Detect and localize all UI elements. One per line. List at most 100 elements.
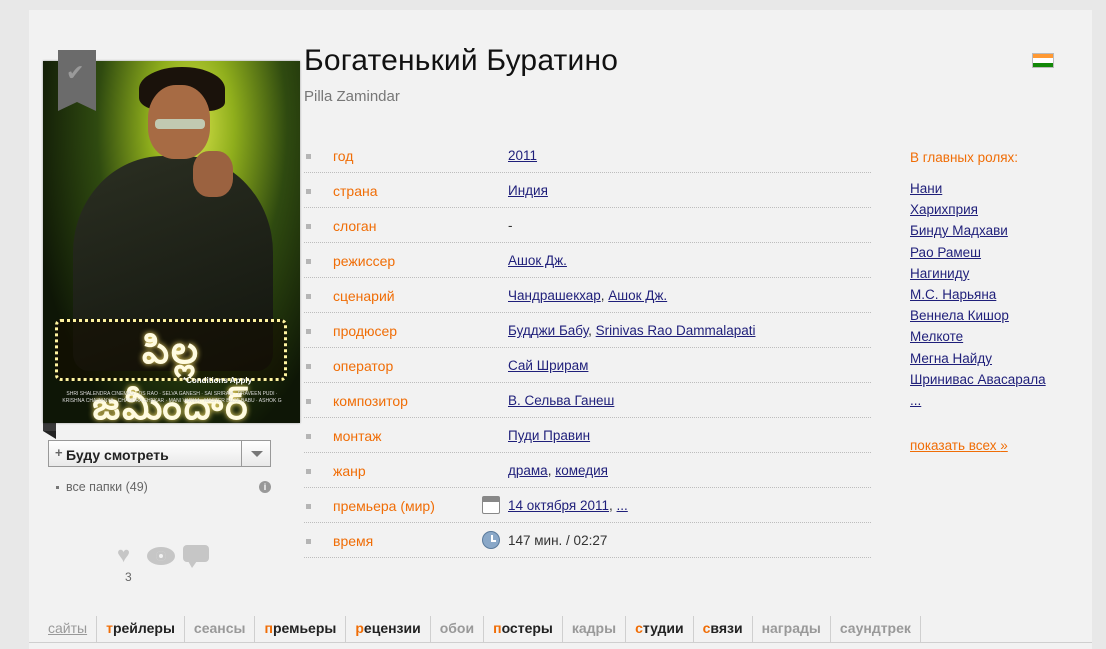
movie-poster[interactable]: పిల్ల జమీందార్ *Conditions Apply SHRI SH…	[43, 61, 300, 423]
tab-5[interactable]: обои	[431, 616, 485, 642]
info-icon[interactable]: i	[259, 481, 271, 493]
info-label: режиссер	[333, 253, 396, 269]
cast-actor-link[interactable]: Мелкоте	[910, 326, 1046, 347]
tab-label: остеры	[501, 620, 553, 636]
all-folders-link[interactable]: все папки (49)	[56, 480, 148, 494]
will-watch-button[interactable]: + Буду смотреть	[48, 440, 271, 467]
info-row: время 147 мин. / 02:27	[304, 523, 871, 558]
info-value-link[interactable]: Будджи Бабу	[508, 323, 588, 338]
info-value-link[interactable]: 2011	[508, 148, 537, 163]
info-value: 14 октября 2011, ...	[508, 498, 628, 513]
tab-11[interactable]: саундтрек	[831, 616, 921, 642]
tab-2[interactable]: сеансы	[185, 616, 256, 642]
cast-actor-link[interactable]: М.С. Нарьяна	[910, 284, 1046, 305]
row-bullet	[306, 539, 311, 544]
info-label: продюсер	[333, 323, 398, 339]
tab-6[interactable]: постеры	[484, 616, 563, 642]
tab-10[interactable]: награды	[753, 616, 831, 642]
cast-actor-link[interactable]: Рао Рамеш	[910, 242, 1046, 263]
info-label: страна	[333, 183, 378, 199]
movie-tabs: сайты трейлеры сеансы премьеры рецензии обои п…	[39, 616, 921, 642]
tab-label: вязи	[710, 620, 743, 636]
row-bullet	[306, 294, 311, 299]
cast-actor-link[interactable]: Мегна Найду	[910, 348, 1046, 369]
original-title: Pilla Zamindar	[304, 88, 400, 105]
tab-label: награды	[761, 620, 821, 636]
tabs-divider	[29, 642, 1092, 643]
info-label: жанр	[333, 463, 366, 479]
info-value-link[interactable]: Ашок Дж.	[508, 253, 567, 268]
tab-8[interactable]: студии	[626, 616, 694, 642]
poster-figure-sunglasses	[155, 119, 205, 129]
india-flag-icon	[1032, 53, 1054, 68]
cast-actor-link[interactable]: Веннела Кишор	[910, 305, 1046, 326]
chevron-down-icon[interactable]	[241, 441, 270, 466]
row-bullet	[306, 364, 311, 369]
cast-actor-link[interactable]: Бинду Мадхави	[910, 220, 1046, 241]
info-row: композитор В. Сельва Ганеш	[304, 383, 871, 418]
movie-page: పిల్ల జమీందార్ *Conditions Apply SHRI SH…	[29, 10, 1092, 649]
info-row: год 2011	[304, 138, 871, 173]
info-value-link[interactable]: В. Сельва Ганеш	[508, 393, 614, 408]
heart-icon[interactable]: ♥	[117, 544, 130, 566]
tab-initial: т	[106, 620, 113, 636]
tab-9[interactable]: связи	[694, 616, 753, 642]
tab-7[interactable]: кадры	[563, 616, 627, 642]
page-title: Богатенький Буратино	[304, 44, 619, 77]
poster-conditions: *Conditions Apply	[183, 376, 253, 385]
seen-checkmark-icon[interactable]: ✔	[58, 50, 96, 111]
info-label: композитор	[333, 393, 408, 409]
info-value: 2011	[508, 148, 537, 163]
info-row: страна Индия	[304, 173, 871, 208]
info-value: драма, комедия	[508, 463, 608, 478]
info-label: премьера (мир)	[333, 498, 435, 514]
cast-actor-link[interactable]: Нани	[910, 178, 1046, 199]
info-value: Индия	[508, 183, 548, 198]
show-all-cast-link[interactable]: показать всех »	[910, 438, 1008, 453]
info-value: В. Сельва Ганеш	[508, 393, 614, 408]
row-bullet	[306, 154, 311, 159]
row-bullet	[306, 469, 311, 474]
info-value-link[interactable]: Индия	[508, 183, 548, 198]
comment-icon[interactable]	[183, 545, 209, 568]
info-value-link[interactable]: драма	[508, 463, 548, 478]
info-value: -	[508, 218, 513, 233]
tab-label: саундтрек	[839, 620, 911, 636]
info-row: жанр драма, комедия	[304, 453, 871, 488]
info-value-link[interactable]: комедия	[555, 463, 608, 478]
row-bullet	[306, 189, 311, 194]
cast-actor-link[interactable]: Харихприя	[910, 199, 1046, 220]
tab-4[interactable]: рецензии	[346, 616, 431, 642]
clock-icon	[482, 531, 500, 549]
info-label: слоган	[333, 218, 377, 234]
info-value-link[interactable]: 14 октября 2011	[508, 498, 609, 513]
tab-label: обои	[439, 620, 475, 636]
eye-icon[interactable]	[147, 547, 175, 565]
info-row: сценарий Чандрашекхар, Ашок Дж.	[304, 278, 871, 313]
info-value: Чандрашекхар, Ашок Дж.	[508, 288, 668, 303]
info-value-link[interactable]: ...	[617, 498, 628, 513]
tab-label: рейлеры	[112, 620, 175, 636]
tab-label: ремьеры	[272, 620, 337, 636]
info-value-link[interactable]: Srinivas Rao Dammalapati	[596, 323, 756, 338]
info-label: оператор	[333, 358, 394, 374]
row-bullet	[306, 434, 311, 439]
row-bullet	[306, 224, 311, 229]
tab-initial: п	[493, 620, 502, 636]
tab-0[interactable]: сайты	[39, 616, 98, 642]
tab-1[interactable]: трейлеры	[97, 616, 185, 642]
info-value-link[interactable]: Сай Шрирам	[508, 358, 588, 373]
info-value-link[interactable]: Чандрашекхар	[508, 288, 601, 303]
tab-label: сайты	[48, 620, 88, 636]
info-row: оператор Сай Шрирам	[304, 348, 871, 383]
cast-actor-link[interactable]: Нагиниду	[910, 263, 1046, 284]
info-value-link[interactable]: Пуди Правин	[508, 428, 590, 443]
cast-actor-link[interactable]: Шринивас Авасарала	[910, 369, 1046, 390]
tab-3[interactable]: премьеры	[255, 616, 347, 642]
will-watch-label: Буду смотреть	[66, 447, 169, 463]
cast-actor-link[interactable]: ...	[910, 390, 1046, 411]
info-value-link[interactable]: Ашок Дж.	[608, 288, 667, 303]
poster-figure-hand	[193, 151, 233, 197]
row-bullet	[306, 329, 311, 334]
row-bullet	[306, 504, 311, 509]
